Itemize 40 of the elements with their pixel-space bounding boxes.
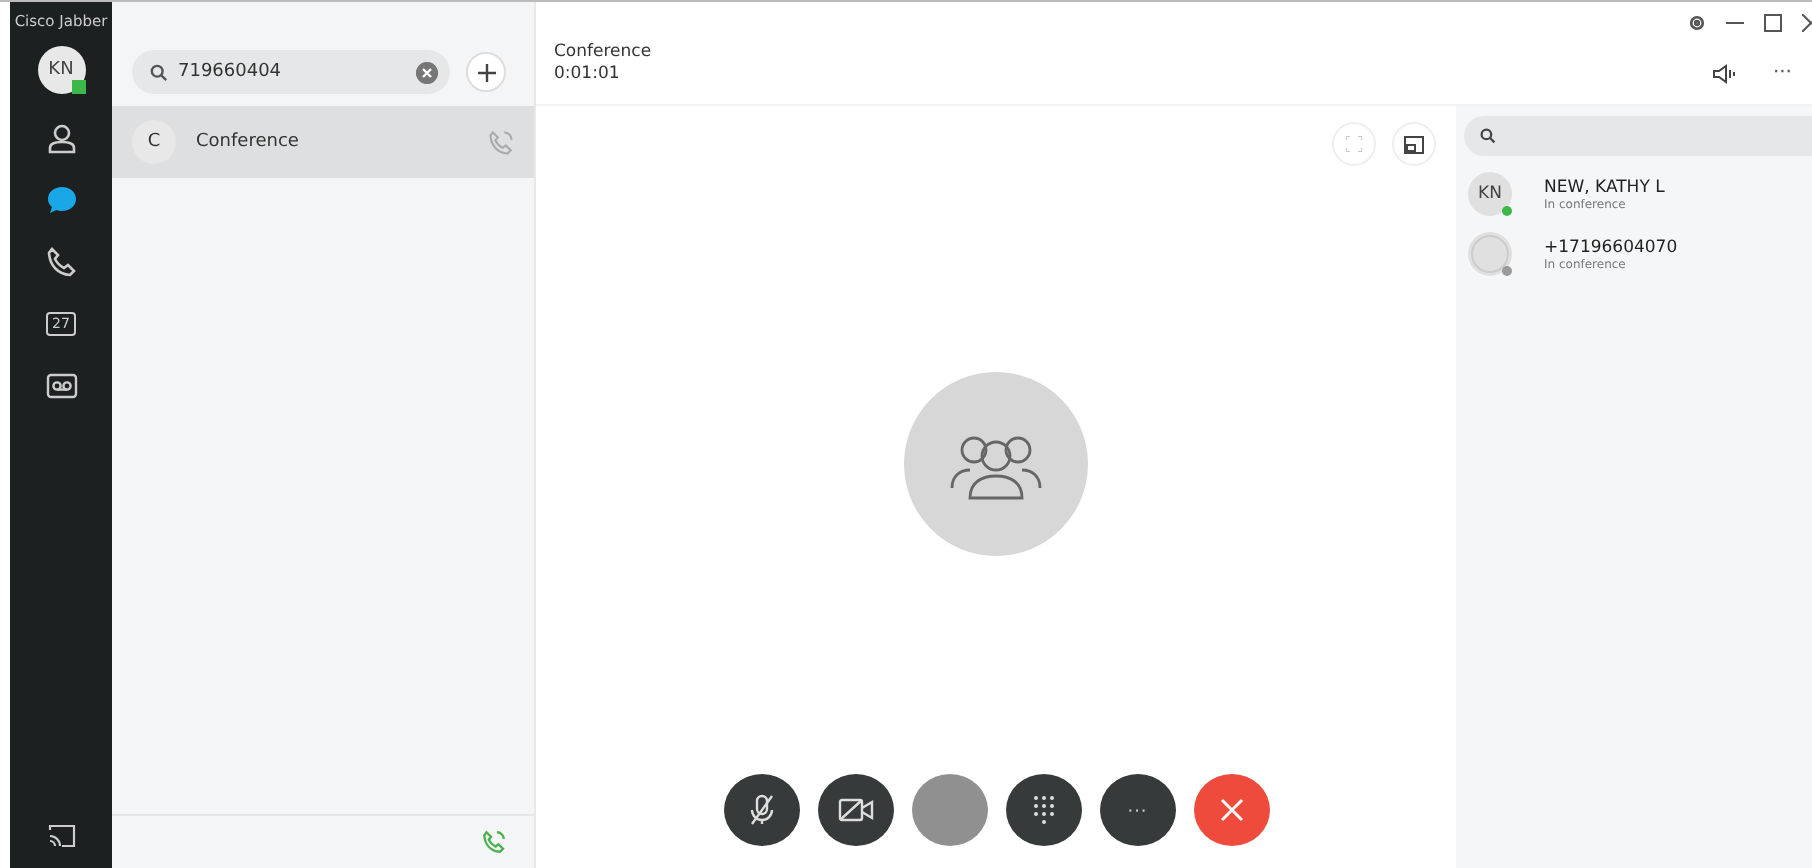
cast-icon[interactable] <box>47 824 75 848</box>
muted-microphone-icon <box>747 794 775 826</box>
participant-avatar: KN <box>1468 172 1512 216</box>
conversation-item[interactable]: C Conference <box>112 106 534 178</box>
end-button[interactable] <box>1193 774 1269 846</box>
mute-button[interactable] <box>723 774 799 846</box>
conversation-name: Conference <box>196 132 301 152</box>
chat-bubble-icon <box>45 183 77 215</box>
contacts-icon <box>45 121 77 153</box>
speaker-icon[interactable] <box>1712 63 1737 83</box>
video-off-icon <box>837 796 873 824</box>
search-field[interactable]: 719660404 <box>132 50 450 94</box>
keypad-icon <box>1031 794 1055 826</box>
avatar-initial: C <box>132 120 176 164</box>
add-button[interactable] <box>466 52 506 92</box>
picture-in-picture-icon <box>1404 135 1424 153</box>
fullscreen-icon <box>1346 136 1362 152</box>
user-avatar[interactable]: KN <box>37 46 85 94</box>
call-icon <box>488 129 514 155</box>
maximize-icon[interactable] <box>1764 14 1782 32</box>
participant-search-field[interactable] <box>1464 116 1812 156</box>
keypad-button[interactable] <box>1005 774 1081 846</box>
participant-name: +17196604070 <box>1544 237 1678 257</box>
search-icon <box>150 63 168 81</box>
more-button[interactable]: ··· <box>1772 62 1792 84</box>
call-icon[interactable] <box>482 830 506 854</box>
pop-out-button[interactable] <box>1392 122 1436 166</box>
plus-icon <box>477 63 495 81</box>
participant-name: NEW, KATHY L <box>1544 177 1665 197</box>
voicemail-icon <box>45 371 77 399</box>
close-icon[interactable] <box>1802 14 1812 32</box>
phone-icon <box>45 245 77 277</box>
clear-icon[interactable] <box>416 61 438 83</box>
more-button[interactable]: ··· <box>1099 774 1175 846</box>
call-duration: 0:01:01 <box>554 64 622 86</box>
settings-icon[interactable] <box>1688 14 1706 32</box>
search-icon <box>1480 128 1496 144</box>
call-title: Conference <box>554 42 654 64</box>
video-button[interactable] <box>817 774 893 846</box>
close-icon <box>1217 796 1245 824</box>
